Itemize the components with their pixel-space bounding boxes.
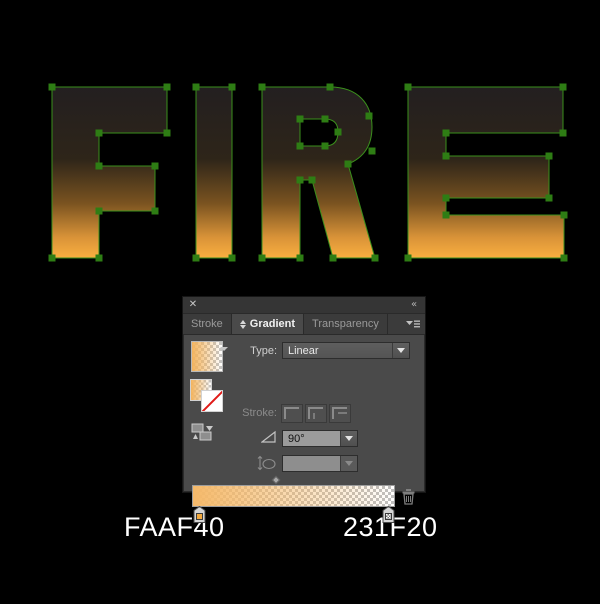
gradient-slider[interactable] bbox=[192, 485, 395, 523]
hex-label-left: FAAF40 bbox=[124, 512, 225, 542]
stroke-along-button[interactable] bbox=[305, 404, 327, 423]
tab-stroke[interactable]: Stroke bbox=[183, 314, 232, 334]
gradient-type-chevron-down-icon[interactable] bbox=[392, 343, 409, 358]
gradient-angle-value: 90° bbox=[288, 432, 305, 445]
gradient-type-value: Linear bbox=[288, 344, 319, 357]
tab-transparency[interactable]: Transparency bbox=[304, 314, 388, 334]
panel-titlebar: ✕ « bbox=[183, 297, 425, 314]
none-slash-icon bbox=[202, 391, 222, 411]
fill-stroke-indicator[interactable] bbox=[190, 379, 224, 413]
tab-gradient[interactable]: Gradient bbox=[231, 314, 305, 334]
gradient-stop-left-color[interactable] bbox=[196, 513, 203, 520]
gradient-panel[interactable]: ✕ « Stroke Gradient Transparency Type: L… bbox=[182, 296, 426, 523]
gradient-ramp[interactable] bbox=[192, 485, 395, 507]
gradient-angle-chevron-down-icon[interactable] bbox=[340, 431, 357, 446]
close-icon[interactable]: ✕ bbox=[188, 300, 198, 310]
gradient-stop-right[interactable] bbox=[382, 506, 395, 523]
gradient-aspect-ratio-input[interactable] bbox=[282, 455, 358, 472]
reverse-gradient-icon[interactable] bbox=[191, 423, 217, 441]
tab-transparency-label: Transparency bbox=[312, 318, 379, 330]
angle-icon bbox=[261, 430, 276, 443]
gradient-type-select[interactable]: Linear bbox=[282, 342, 410, 359]
letter-path-F[interactable] bbox=[51, 86, 168, 259]
gradient-midpoint-handle[interactable] bbox=[272, 476, 281, 485]
type-label: Type: bbox=[250, 345, 277, 357]
gradient-stop-right-color[interactable] bbox=[385, 513, 392, 520]
letter-path-R[interactable] bbox=[261, 86, 376, 259]
gradient-preview-swatch[interactable] bbox=[191, 341, 223, 372]
tab-gradient-label: Gradient bbox=[249, 318, 296, 330]
stroke-across-button[interactable] bbox=[329, 404, 351, 423]
delete-stop-trash-icon[interactable] bbox=[401, 488, 416, 505]
aspect-ratio-icon bbox=[257, 455, 276, 471]
panel-menu-icon[interactable] bbox=[405, 318, 421, 330]
stroke-gradient-type-buttons bbox=[281, 404, 351, 423]
collapse-panel-icon[interactable]: « bbox=[407, 300, 420, 310]
letter-path-I[interactable] bbox=[195, 86, 233, 259]
stroke-label: Stroke: bbox=[242, 407, 277, 419]
gradient-preview-thumbnail[interactable] bbox=[191, 341, 223, 372]
gradient-aspect-ratio-chevron-down-icon[interactable] bbox=[340, 456, 357, 471]
letter-path-E[interactable] bbox=[407, 86, 565, 259]
tab-stroke-label: Stroke bbox=[191, 318, 223, 330]
gradient-stop-left[interactable] bbox=[193, 506, 206, 523]
panel-body: Type: Linear Stroke: 90° bbox=[183, 335, 425, 523]
gradient-angle-input[interactable]: 90° bbox=[282, 430, 358, 447]
stroke-within-button[interactable] bbox=[281, 404, 303, 423]
stroke-swatch-none[interactable] bbox=[201, 390, 223, 412]
panel-tab-strip: Stroke Gradient Transparency bbox=[183, 314, 425, 335]
diamond-toggle-icon bbox=[239, 319, 247, 330]
